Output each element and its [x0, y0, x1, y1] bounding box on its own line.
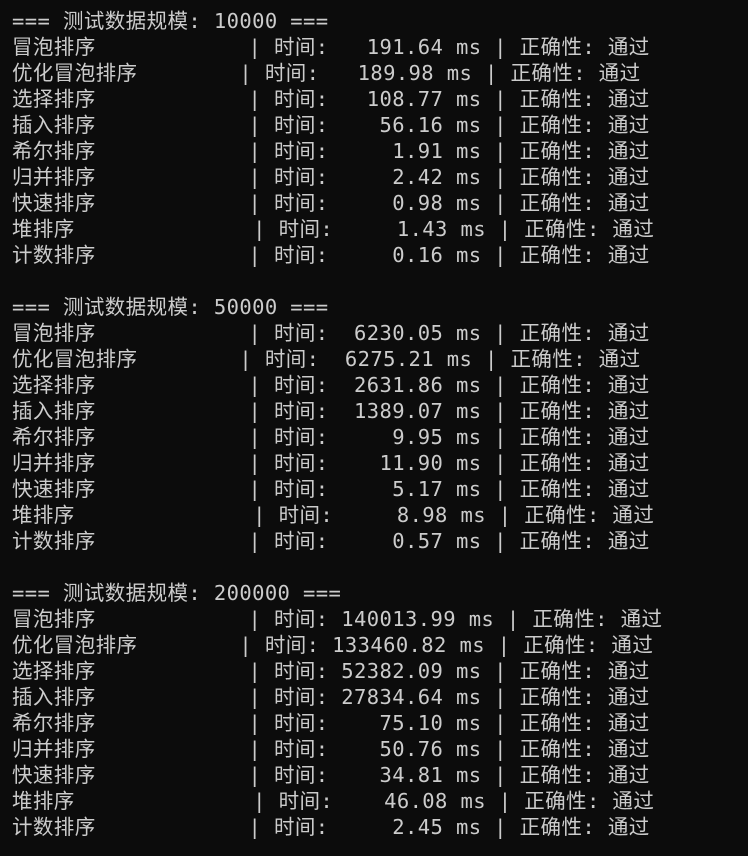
result-line-counting-50000: 计数排序 | 时间: 0.57 ms | 正确性: 通过 [12, 529, 650, 553]
result-line-merge-200000: 归并排序 | 时间: 50.76 ms | 正确性: 通过 [12, 737, 650, 761]
result-line-insertion-50000: 插入排序 | 时间: 1389.07 ms | 正确性: 通过 [12, 399, 650, 423]
result-line-shell-50000: 希尔排序 | 时间: 9.95 ms | 正确性: 通过 [12, 425, 650, 449]
result-line-optimized-bubble-50000: 优化冒泡排序 | 时间: 6275.21 ms | 正确性: 通过 [12, 347, 641, 371]
terminal-window[interactable]: === 测试数据规模: 10000 === 冒泡排序 | 时间: 191.64 … [0, 0, 748, 856]
result-line-counting-10000: 计数排序 | 时间: 0.16 ms | 正确性: 通过 [12, 243, 650, 267]
result-line-merge-50000: 归并排序 | 时间: 11.90 ms | 正确性: 通过 [12, 451, 650, 475]
section-header-200000: === 测试数据规模: 200000 === [12, 581, 342, 605]
result-line-selection-50000: 选择排序 | 时间: 2631.86 ms | 正确性: 通过 [12, 373, 650, 397]
section-header-10000: === 测试数据规模: 10000 === [12, 9, 329, 33]
result-line-merge-10000: 归并排序 | 时间: 2.42 ms | 正确性: 通过 [12, 165, 650, 189]
result-line-insertion-200000: 插入排序 | 时间: 27834.64 ms | 正确性: 通过 [12, 685, 650, 709]
result-line-heap-200000: 堆排序 | 时间: 46.08 ms | 正确性: 通过 [12, 789, 655, 813]
result-line-selection-200000: 选择排序 | 时间: 52382.09 ms | 正确性: 通过 [12, 659, 650, 683]
result-line-quick-10000: 快速排序 | 时间: 0.98 ms | 正确性: 通过 [12, 191, 650, 215]
result-line-bubble-200000: 冒泡排序 | 时间: 140013.99 ms | 正确性: 通过 [12, 607, 663, 631]
section-header-50000: === 测试数据规模: 50000 === [12, 295, 329, 319]
result-line-quick-200000: 快速排序 | 时间: 34.81 ms | 正确性: 通过 [12, 763, 650, 787]
result-line-selection-10000: 选择排序 | 时间: 108.77 ms | 正确性: 通过 [12, 87, 650, 111]
result-line-bubble-50000: 冒泡排序 | 时间: 6230.05 ms | 正确性: 通过 [12, 321, 650, 345]
result-line-optimized-bubble-200000: 优化冒泡排序 | 时间: 133460.82 ms | 正确性: 通过 [12, 633, 654, 657]
result-line-shell-200000: 希尔排序 | 时间: 75.10 ms | 正确性: 通过 [12, 711, 650, 735]
result-line-insertion-10000: 插入排序 | 时间: 56.16 ms | 正确性: 通过 [12, 113, 650, 137]
result-line-optimized-bubble-10000: 优化冒泡排序 | 时间: 189.98 ms | 正确性: 通过 [12, 61, 641, 85]
result-line-heap-10000: 堆排序 | 时间: 1.43 ms | 正确性: 通过 [12, 217, 655, 241]
result-line-quick-50000: 快速排序 | 时间: 5.17 ms | 正确性: 通过 [12, 477, 650, 501]
result-line-shell-10000: 希尔排序 | 时间: 1.91 ms | 正确性: 通过 [12, 139, 650, 163]
result-line-bubble-10000: 冒泡排序 | 时间: 191.64 ms | 正确性: 通过 [12, 35, 650, 59]
result-line-heap-50000: 堆排序 | 时间: 8.98 ms | 正确性: 通过 [12, 503, 655, 527]
result-line-counting-200000: 计数排序 | 时间: 2.45 ms | 正确性: 通过 [12, 815, 650, 839]
